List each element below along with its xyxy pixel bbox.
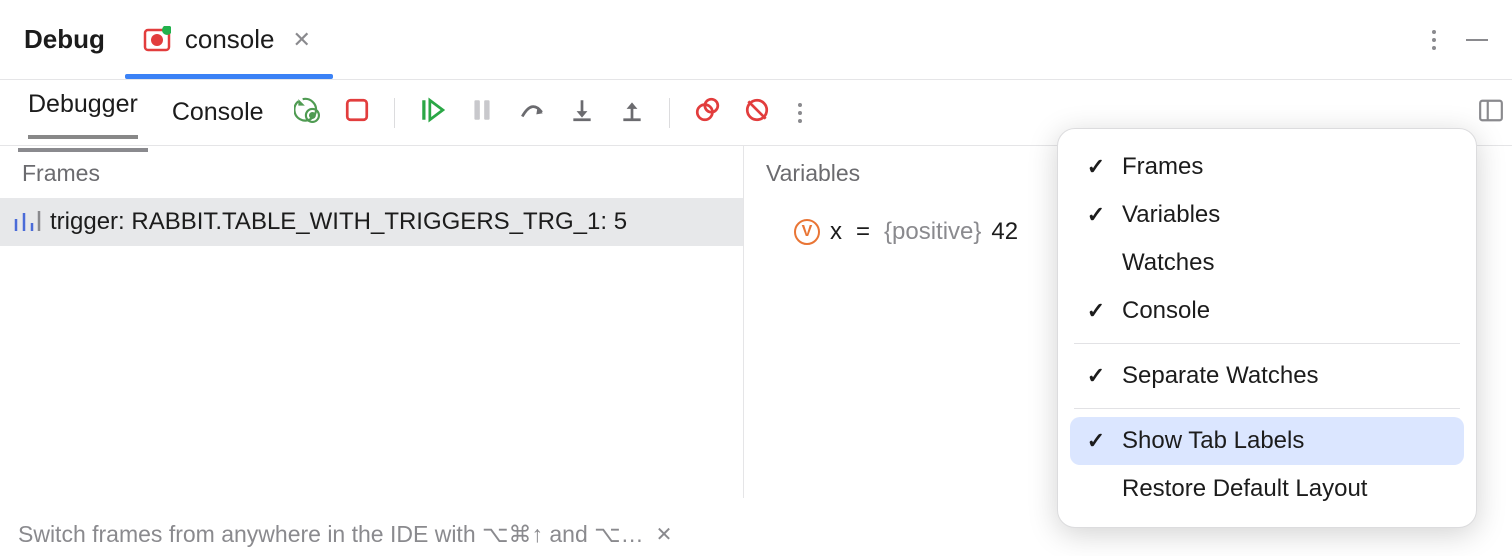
menu-item-label: Watches — [1122, 249, 1214, 277]
step-into-icon[interactable] — [569, 97, 595, 128]
check-icon: ✓ — [1084, 363, 1108, 389]
rerun-icon[interactable] — [294, 97, 320, 128]
step-over-icon[interactable] — [519, 97, 545, 128]
close-icon[interactable]: ✕ — [289, 27, 315, 53]
variable-badge-icon: V — [794, 219, 820, 245]
layout-icon[interactable] — [1478, 97, 1504, 128]
menu-item-restore-layout[interactable]: Restore Default Layout — [1070, 465, 1464, 513]
hint-text: Switch frames from anywhere in the IDE w… — [18, 521, 644, 548]
variable-name: x — [830, 218, 842, 246]
menu-item-label: Console — [1122, 297, 1210, 325]
resume-icon[interactable] — [419, 97, 445, 128]
variable-type: {positive} — [884, 218, 981, 246]
toolbar-more-icon[interactable] — [798, 103, 802, 123]
tab-console[interactable]: console ✕ — [135, 0, 323, 79]
pause-icon[interactable] — [469, 97, 495, 128]
more-icon[interactable] — [1432, 30, 1436, 50]
frame-row-label: trigger: RABBIT.TABLE_WITH_TRIGGERS_TRG_… — [50, 208, 627, 236]
menu-item-label: Restore Default Layout — [1122, 475, 1367, 503]
menu-item-label: Variables — [1122, 201, 1220, 229]
check-icon: ✓ — [1084, 298, 1108, 324]
check-icon: ✓ — [1084, 428, 1108, 454]
check-icon: ✓ — [1084, 154, 1108, 180]
toolbar-tab-debugger[interactable]: Debugger — [24, 74, 142, 151]
tab-console-label: console — [185, 24, 275, 55]
menu-separator — [1074, 343, 1460, 344]
menu-separator — [1074, 408, 1460, 409]
menu-item-console[interactable]: ✓ Console — [1070, 287, 1464, 335]
menu-item-separate-watches[interactable]: ✓ Separate Watches — [1070, 352, 1464, 400]
variable-equals: = — [852, 218, 874, 246]
context-menu: ✓ Frames ✓ Variables Watches ✓ Console ✓… — [1057, 128, 1477, 528]
close-icon[interactable]: ✕ — [656, 522, 673, 547]
menu-item-variables[interactable]: ✓ Variables — [1070, 191, 1464, 239]
view-breakpoints-icon[interactable] — [694, 97, 720, 128]
console-icon — [143, 26, 171, 54]
frames-panel: trigger: RABBIT.TABLE_WITH_TRIGGERS_TRG_… — [0, 198, 744, 498]
menu-item-label: Frames — [1122, 153, 1203, 181]
separator — [394, 98, 395, 128]
stop-icon[interactable] — [344, 97, 370, 128]
tab-debug[interactable]: Debug — [24, 24, 105, 55]
variable-value: 42 — [991, 218, 1018, 246]
frame-row[interactable]: trigger: RABBIT.TABLE_WITH_TRIGGERS_TRG_… — [0, 198, 743, 246]
separator — [669, 98, 670, 128]
top-tabs: Debug console ✕ — [0, 0, 1512, 80]
hint-row: Switch frames from anywhere in the IDE w… — [18, 521, 672, 548]
menu-item-label: Separate Watches — [1122, 362, 1319, 390]
menu-item-frames[interactable]: ✓ Frames — [1070, 143, 1464, 191]
toolbar-tab-console[interactable]: Console — [168, 82, 268, 143]
mute-breakpoints-icon[interactable] — [744, 97, 770, 128]
check-icon: ✓ — [1084, 202, 1108, 228]
menu-item-label: Show Tab Labels — [1122, 427, 1304, 455]
minimize-icon[interactable] — [1466, 39, 1488, 41]
menu-item-show-tab-labels[interactable]: ✓ Show Tab Labels — [1070, 417, 1464, 465]
step-out-icon[interactable] — [619, 97, 645, 128]
frames-header: Frames — [0, 146, 744, 198]
toolbar-tab-debugger-label: Debugger — [28, 90, 138, 118]
menu-item-watches[interactable]: Watches — [1070, 239, 1464, 287]
